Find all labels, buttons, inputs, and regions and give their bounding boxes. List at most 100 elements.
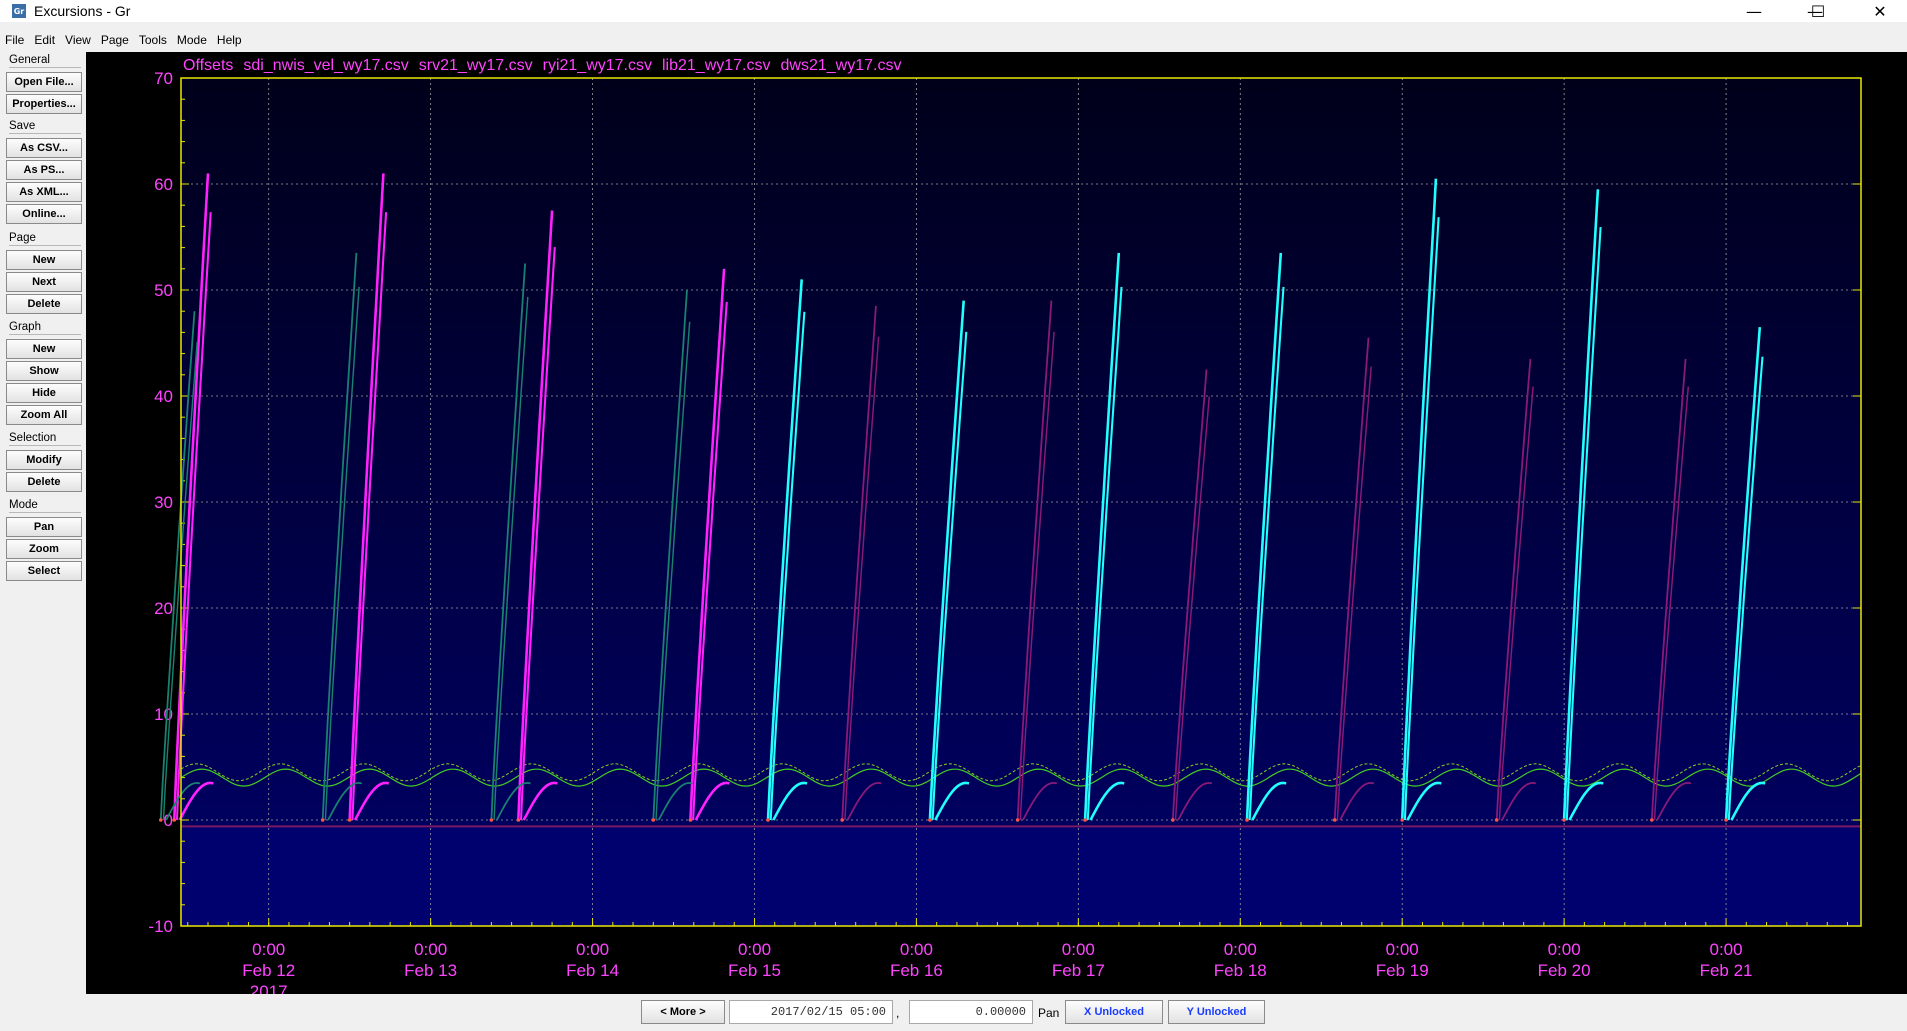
series-start-marker [1562,818,1566,822]
y-tick-label: 20 [154,599,173,618]
graph-show-button[interactable]: Show [6,361,82,381]
more-button[interactable]: < More > [641,1000,725,1024]
series-start-marker [766,818,770,822]
menu-page[interactable]: Page [96,33,134,47]
chart-header-label: ryi21_wy17.csv [543,57,652,74]
app-icon: Gr [12,4,26,18]
save-csv-button[interactable]: As CSV... [6,138,82,158]
series-start-marker [651,818,656,822]
group-selection-label: Selection [9,432,85,446]
x-tick-date: Feb 14 [566,961,619,980]
graph-hide-button[interactable]: Hide [6,383,82,403]
menu-mode[interactable]: Mode [172,33,212,47]
open-file-button[interactable]: Open File... [6,72,82,92]
x-tick-date: Feb 20 [1538,961,1591,980]
series-start-marker [1015,818,1020,822]
plot-panel[interactable]: -10 0 10 20 30 40 50 60 70 0:00 Feb 12 2017 0:00 Feb … [86,52,1907,994]
menu-tools[interactable]: Tools [134,33,172,47]
minimize-window-button[interactable]: — [1731,0,1777,22]
chart-header-label: dws21_wy17.csv [781,57,902,74]
maximize-icon: ☐ [1810,1,1826,21]
chart-header-label: sdi_nwis_vel_wy17.csv [243,57,408,74]
x-tick-date: Feb 13 [404,961,457,980]
close-icon: ✕ [1873,1,1887,21]
series-start-marker [840,818,845,822]
page-new-button[interactable]: New [6,250,82,270]
graph-new-button[interactable]: New [6,339,82,359]
x-coordinate-field[interactable]: 2017/02/15 05:00 [729,1000,893,1024]
menu-view[interactable]: View [60,33,96,47]
menu-file[interactable]: File [0,33,29,47]
plot-lower-band [181,826,1861,926]
save-online-button[interactable]: Online... [6,204,82,224]
series-start-marker [516,818,521,822]
x-tick-time: 0:00 [252,940,285,959]
series-start-marker [1171,818,1175,822]
mode-indicator: Pan [1038,1006,1060,1020]
mode-pan-button[interactable]: Pan [6,517,82,537]
x-tick-time: 0:00 [1548,940,1581,959]
y-tick-label: 60 [154,175,173,194]
series-start-marker [489,818,494,822]
x-tick-date: Feb 12 [242,961,295,980]
y-coordinate-field[interactable]: 0.00000 [909,1000,1033,1024]
x-tick-date: Feb 18 [1214,961,1267,980]
x-tick-time: 0:00 [900,940,933,959]
page-next-button[interactable]: Next [6,272,82,292]
close-window-button[interactable]: ✕ [1857,0,1903,22]
group-page-label: Page [9,232,85,246]
page-delete-button[interactable]: Delete [6,294,82,314]
menu-bar: File Edit View Page Tools Mode Help [0,30,1907,50]
status-bar: < More > 2017/02/15 05:00 , 0.00000 Pan … [0,994,1907,1031]
save-xml-button[interactable]: As XML... [6,182,82,202]
maximize-window-button[interactable]: ☐ [1795,0,1841,22]
series-start-marker [928,818,932,822]
x-tick-time: 0:00 [738,940,771,959]
zoom-all-button[interactable]: Zoom All [6,405,82,425]
excursions-chart[interactable]: -100102030405060700:00Feb 1220170:00Feb … [86,52,1907,994]
series-start-marker [1245,818,1249,822]
x-tick-time: 0:00 [1710,940,1743,959]
series-start-marker [1083,818,1087,822]
y-tick-label: 50 [154,281,173,300]
title-bar: Gr Excursions - Gr — [0,0,1907,22]
y-tick-label: 40 [154,387,173,406]
mode-select-button[interactable]: Select [6,561,82,581]
x-tick-time: 0:00 [414,940,447,959]
menu-edit[interactable]: Edit [29,33,60,47]
series-start-marker [1400,818,1405,822]
series-start-marker [320,818,325,822]
series-start-marker [1724,818,1728,822]
x-tick-date: Feb 17 [1052,961,1105,980]
chart-header-label: srv21_wy17.csv [419,57,533,74]
x-tick-time: 0:00 [1062,940,1095,959]
save-ps-button[interactable]: As PS... [6,160,82,180]
x-tick-date: Feb 15 [728,961,781,980]
series-start-marker [172,818,177,822]
group-save-label: Save [9,120,85,134]
x-tick-date: Feb 19 [1376,961,1429,980]
mode-zoom-button[interactable]: Zoom [6,539,82,559]
y-tick-label: 0 [164,811,173,830]
x-lock-button[interactable]: X Unlocked [1065,1000,1163,1024]
x-tick-date: Feb 21 [1700,961,1753,980]
y-tick-label: 70 [154,69,173,88]
minimize-icon: — [1746,1,1762,21]
series-start-marker [1650,818,1654,822]
x-tick-time: 0:00 [1386,940,1419,959]
chart-header-label: lib21_wy17.csv [662,57,771,74]
selection-modify-button[interactable]: Modify [6,450,82,470]
coordinate-separator: , [896,1006,900,1020]
series-start-marker [1494,818,1499,822]
y-tick-label: -10 [148,917,173,936]
properties-button[interactable]: Properties... [6,94,82,114]
group-general-label: General [9,54,85,68]
series-start-marker [688,818,693,822]
x-tick-date: Feb 16 [890,961,943,980]
y-lock-button[interactable]: Y Unlocked [1168,1000,1265,1024]
series-start-marker [158,818,163,822]
x-tick-time: 0:00 [1224,940,1257,959]
menu-help[interactable]: Help [212,33,247,47]
selection-delete-button[interactable]: Delete [6,472,82,492]
x-tick-time: 0:00 [576,940,609,959]
